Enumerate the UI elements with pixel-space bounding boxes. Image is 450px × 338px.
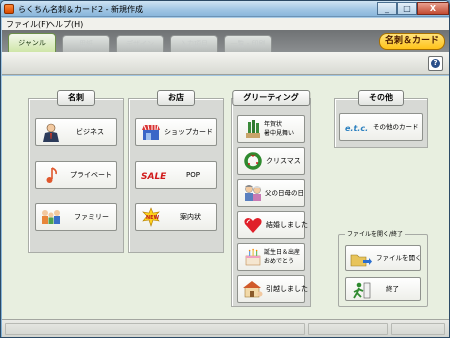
christmas-label: クリスマス <box>266 157 301 165</box>
maximize-button[interactable]: □ <box>397 2 417 15</box>
status-cell-3 <box>391 323 445 335</box>
private-label: プライベート <box>70 171 112 179</box>
pop-label: POP <box>186 171 200 179</box>
file-group-title: ファイルを開く/終了 <box>345 229 406 238</box>
help-button[interactable]: ? <box>428 56 443 71</box>
close-button[interactable]: X <box>417 2 449 15</box>
tab-genre[interactable]: ジャンル <box>8 33 56 52</box>
pop-button[interactable]: SALE POP <box>135 161 217 189</box>
app-window: らくちん名刺＆カード2 - 新規作成 _ □ X ファイル(F) ヘルプ(H) … <box>0 0 450 338</box>
etc-icon-text: e.t.c. <box>345 124 368 133</box>
tab-input-items[interactable]: 入力項目 <box>170 35 218 52</box>
open-folder-arrow-icon <box>350 254 372 267</box>
etc-icon: e.t.c. <box>345 124 368 133</box>
house-icon <box>243 281 263 298</box>
business-person-icon <box>43 123 59 142</box>
tab-design[interactable]: デザイン <box>116 35 164 52</box>
parents-day-label: 父の日母の日 <box>265 189 304 197</box>
family-label: ファミリー <box>74 213 109 221</box>
file-group: ファイルを開く/終了 ファイルを開く 終了 <box>338 229 428 307</box>
help-icon: ? <box>431 59 440 68</box>
moved-label: 引越しました <box>266 285 308 293</box>
cake-icon <box>245 248 261 266</box>
shop-icon <box>142 124 160 140</box>
wedding-button[interactable]: 結婚しました <box>237 211 308 239</box>
invitation-button[interactable]: NEW 案内状 <box>135 203 217 231</box>
group-title-greeting: グリーティング <box>232 90 310 106</box>
other-card-button[interactable]: e.t.c. その他のカード <box>339 113 423 141</box>
group-greeting: グリーティング 年賀状 暑中見舞い クリスマス 父の日母の日 結婚しました 誕生… <box>231 90 311 307</box>
shop-card-button[interactable]: ショップカード <box>135 118 217 146</box>
kadomatsu-icon <box>246 120 260 138</box>
sale-icon: SALE <box>141 172 167 182</box>
minimize-button[interactable]: _ <box>377 2 397 15</box>
business-label: ビジネス <box>76 128 104 136</box>
private-button[interactable]: プライベート <box>35 161 117 189</box>
family-icon <box>42 210 60 224</box>
group-other: その他 e.t.c. その他のカード <box>334 90 428 148</box>
exit-label: 終了 <box>386 285 399 293</box>
group-title-other: その他 <box>358 90 404 106</box>
toolbar: ? <box>2 52 449 75</box>
heart-icon <box>244 218 262 233</box>
wedding-label: 結婚しました <box>266 221 308 229</box>
group-meishi: 名刺 ビジネス プライベート ファミリー <box>28 90 124 253</box>
title-bar[interactable]: らくちん名刺＆カード2 - 新規作成 _ □ X <box>1 1 449 17</box>
app-icon <box>4 4 14 14</box>
exit-button[interactable]: 終了 <box>345 277 421 301</box>
other-card-label: その他のカード <box>373 123 419 131</box>
status-cell-2 <box>308 323 388 335</box>
menu-help[interactable]: ヘルプ(H) <box>47 19 83 30</box>
window-title: らくちん名刺＆カード2 - 新規作成 <box>18 5 144 14</box>
new-badge-icon: NEW <box>142 207 160 227</box>
business-button[interactable]: ビジネス <box>35 118 117 146</box>
family-button[interactable]: ファミリー <box>35 203 117 231</box>
app-logo: 名刺＆カード <box>379 33 445 50</box>
status-bar <box>2 319 449 337</box>
moved-button[interactable]: 引越しました <box>237 275 308 303</box>
new-year-label: 年賀状 暑中見舞い <box>264 121 295 137</box>
svg-text:NEW: NEW <box>146 215 160 221</box>
status-cell-main <box>5 323 305 335</box>
group-title-omise: お店 <box>157 90 195 106</box>
parents-icon <box>245 185 261 201</box>
tab-bar: ジャンル 用紙 デザイン 入力項目 一覧・印刷 名刺＆カード <box>2 30 449 52</box>
tab-list-print[interactable]: 一覧・印刷 <box>224 35 272 52</box>
window-controls: _ □ X <box>377 2 449 15</box>
birthday-label: 誕生日＆出産 おめでとう <box>264 249 301 265</box>
music-note-icon <box>46 167 57 183</box>
invitation-label: 案内状 <box>180 213 201 221</box>
group-omise: お店 ショップカード SALE POP NEW 案内状 <box>128 90 224 253</box>
exit-person-icon <box>353 282 371 299</box>
tab-paper[interactable]: 用紙 <box>62 35 110 52</box>
open-file-label: ファイルを開く <box>376 254 422 262</box>
wreath-icon <box>244 152 262 170</box>
birthday-button[interactable]: 誕生日＆出産 おめでとう <box>237 243 305 271</box>
christmas-button[interactable]: クリスマス <box>237 147 305 175</box>
sale-icon-text: SALE <box>141 172 167 182</box>
parents-day-button[interactable]: 父の日母の日 <box>237 179 305 207</box>
menu-bar: ファイル(F) ヘルプ(H) <box>2 18 449 30</box>
open-file-button[interactable]: ファイルを開く <box>345 245 422 271</box>
new-year-button[interactable]: 年賀状 暑中見舞い <box>237 115 305 143</box>
shop-card-label: ショップカード <box>164 128 213 136</box>
menu-file[interactable]: ファイル(F) <box>6 19 49 30</box>
genre-panel: 名刺 ビジネス プライベート ファミリー お店 ショップカード SALE POP… <box>2 76 449 319</box>
group-title-meishi: 名刺 <box>57 90 95 106</box>
